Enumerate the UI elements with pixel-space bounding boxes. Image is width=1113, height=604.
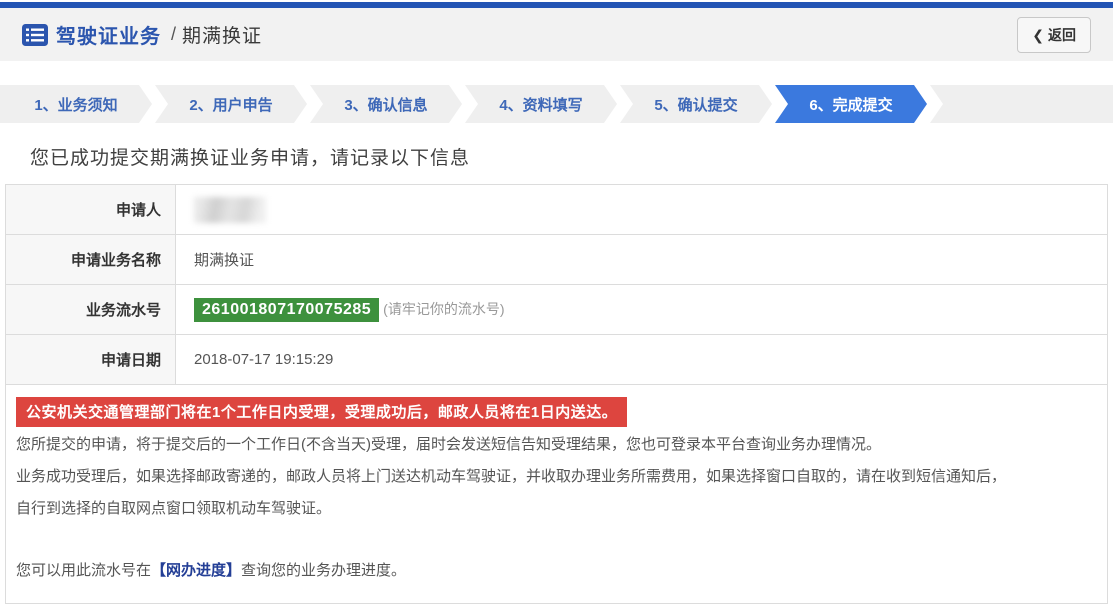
title-separator: /	[171, 24, 176, 45]
alert-banner: 公安机关交通管理部门将在1个工作日内受理，受理成功后，邮政人员将在1日内送达。	[16, 397, 627, 427]
step-2-user-declaration: 2、用户申告	[155, 85, 307, 123]
online-progress-link[interactable]: 【网办进度】	[151, 562, 241, 579]
page-subtitle: 期满换证	[182, 21, 262, 48]
page-header: 驾驶证业务 / 期满换证 ❮返回	[0, 8, 1113, 61]
serial-number-badge: 261001807170075285	[194, 298, 379, 322]
query-progress-line: 您可以用此流水号在【网办进度】查询您的业务办理进度。	[16, 557, 1097, 585]
page-title: 驾驶证业务	[56, 20, 161, 49]
table-row-apply-date: 申请日期 2018-07-17 19:15:29	[6, 335, 1108, 385]
serial-number-value: 261001807170075285(请牢记你的流水号)	[176, 285, 1108, 335]
notice-box: 公安机关交通管理部门将在1个工作日内受理，受理成功后，邮政人员将在1日内送达。 …	[5, 384, 1108, 604]
main-content: 您已成功提交期满换证业务申请，请记录以下信息 申请人 申请业务名称 期满换证 业…	[0, 143, 1113, 604]
applicant-label: 申请人	[6, 185, 176, 235]
step-wizard: 1、业务须知 2、用户申告 3、确认信息 4、资料填写 5、确认提交 6、完成提…	[0, 85, 1113, 123]
table-row-applicant: 申请人	[6, 185, 1108, 235]
step-1-business-notice: 1、业务须知	[0, 85, 152, 123]
success-message: 您已成功提交期满换证业务申请，请记录以下信息	[30, 143, 1108, 170]
step-bar-filler	[930, 85, 1113, 123]
list-icon	[22, 24, 48, 46]
step-5-confirm-submit: 5、确认提交	[620, 85, 772, 123]
chevron-left-icon: ❮	[1032, 27, 1044, 43]
notice-paragraph: 业务成功受理后，如果选择邮政寄递的，邮政人员将上门送达机动车驾驶证，并收取办理业…	[16, 463, 1097, 491]
back-button-label: 返回	[1048, 27, 1076, 43]
step-4-fill-data: 4、资料填写	[465, 85, 617, 123]
step-6-complete-submit: 6、完成提交	[775, 85, 927, 123]
notice-paragraph: 您所提交的申请，将于提交后的一个工作日(不含当天)受理，届时会发送短信告知受理结…	[16, 431, 1097, 459]
serial-number-note: (请牢记你的流水号)	[383, 301, 504, 317]
table-row-serial-number: 业务流水号 261001807170075285(请牢记你的流水号)	[6, 285, 1108, 335]
apply-date-value: 2018-07-17 19:15:29	[176, 335, 1108, 385]
applicant-value	[176, 185, 1108, 235]
step-3-confirm-info: 3、确认信息	[310, 85, 462, 123]
serial-number-label: 业务流水号	[6, 285, 176, 335]
query-prefix: 您可以用此流水号在	[16, 562, 151, 579]
notice-paragraph: 自行到选择的自取网点窗口领取机动车驾驶证。	[16, 495, 1097, 523]
applicant-redacted-blur	[194, 197, 266, 223]
business-name-value: 期满换证	[176, 235, 1108, 285]
apply-date-label: 申请日期	[6, 335, 176, 385]
business-name-label: 申请业务名称	[6, 235, 176, 285]
table-row-business-name: 申请业务名称 期满换证	[6, 235, 1108, 285]
application-info-table: 申请人 申请业务名称 期满换证 业务流水号 261001807170075285…	[5, 184, 1108, 385]
back-button[interactable]: ❮返回	[1017, 17, 1091, 53]
query-suffix: 查询您的业务办理进度。	[241, 562, 406, 579]
